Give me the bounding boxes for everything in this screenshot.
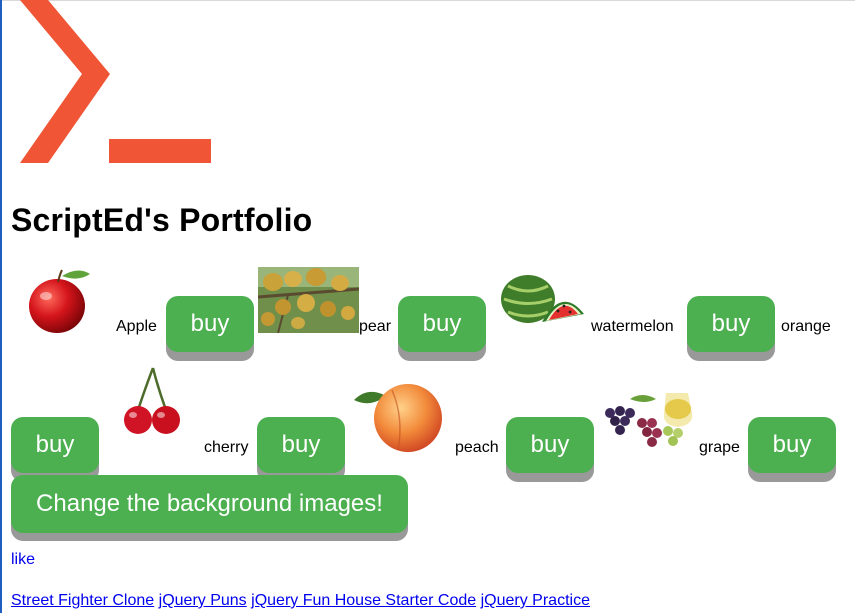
link-jquery-practice[interactable]: jQuery Practice — [481, 592, 590, 609]
cherry-image — [124, 367, 180, 434]
watermelon-image — [501, 275, 584, 323]
fruit-label-pear: pear — [359, 318, 392, 335]
fruit-label-apple: Apple — [116, 318, 157, 335]
grape-image — [605, 393, 693, 447]
terminal-prompt-icon — [20, 0, 211, 163]
buy-button-orange[interactable]: buy — [11, 417, 99, 473]
page-title: ScriptEd's Portfolio — [11, 202, 313, 238]
link-jquery-puns[interactable]: jQuery Puns — [159, 592, 247, 609]
buy-button-watermelon[interactable]: buy — [687, 296, 775, 352]
link-street-fighter-clone[interactable]: Street Fighter Clone — [11, 592, 154, 609]
buy-button-peach[interactable]: buy — [506, 417, 594, 473]
like-link[interactable]: like — [11, 551, 35, 569]
link-jquery-fun-house-starter-code[interactable]: jQuery Fun House Starter Code — [251, 592, 476, 609]
change-background-button[interactable]: Change the background images! — [11, 475, 408, 533]
fruit-label-watermelon: watermelon — [591, 318, 674, 335]
apple-image — [29, 269, 90, 333]
fruit-label-cherry: cherry — [204, 439, 249, 456]
buy-button-pear[interactable]: buy — [398, 296, 486, 352]
fruit-label-grape: grape — [699, 439, 740, 456]
buy-button-cherry[interactable]: buy — [257, 417, 345, 473]
buy-button-apple[interactable]: buy — [166, 296, 254, 352]
window-left-border — [0, 0, 2, 613]
footer-links: Street Fighter Clone jQuery Puns jQuery … — [11, 592, 590, 610]
fruit-label-orange: orange — [781, 318, 831, 335]
fruit-label-peach: peach — [455, 439, 499, 456]
buy-button-grape[interactable]: buy — [748, 417, 836, 473]
peach-image — [354, 384, 442, 452]
pear-tree-image — [258, 267, 359, 333]
